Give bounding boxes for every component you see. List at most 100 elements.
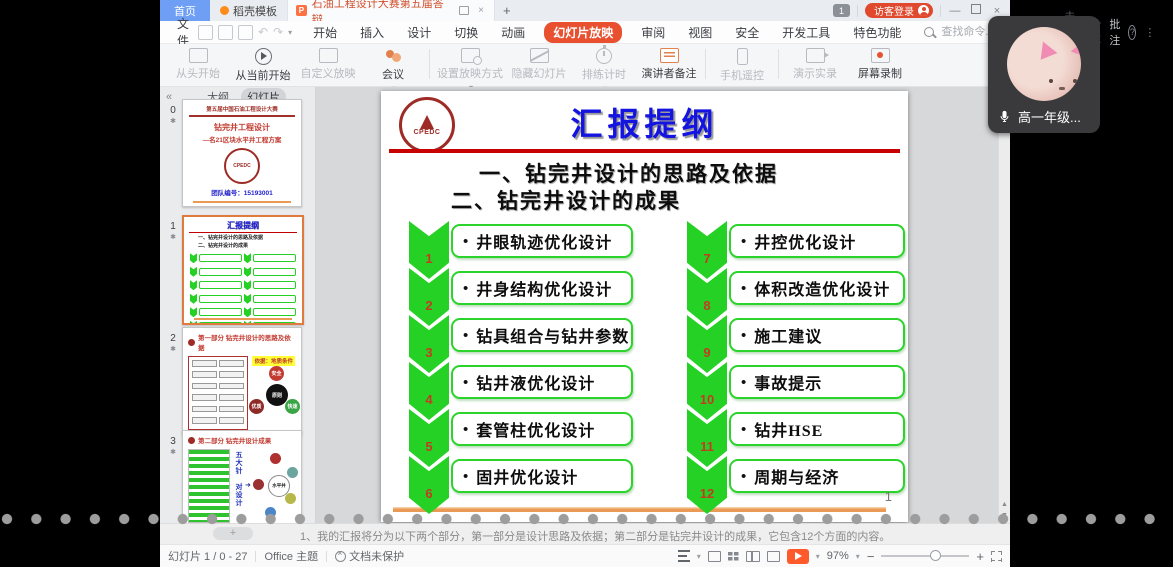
menu-tab-features[interactable]: 特色功能 <box>849 23 905 42</box>
slide-sorter-icon[interactable] <box>728 552 739 561</box>
zoom-out-button[interactable]: − <box>867 550 875 563</box>
print-preview-icon[interactable] <box>238 25 253 40</box>
theme-name[interactable]: Office 主题 <box>264 548 318 564</box>
menu-tab-start[interactable]: 开始 <box>309 23 341 42</box>
slide-item: •施工建议 <box>729 318 905 352</box>
dotted-divider <box>0 512 1173 526</box>
title-divider <box>389 149 900 153</box>
slideshow-ribbon: 从头开始 从当前开始 自定义放映 会议 设置放映方式 隐藏幻灯片 <box>160 44 1010 87</box>
slide-canvas-area: CPEDC 汇报提纲 一、钻完井设计的思路及依据 二、钻完井设计的成果 1 2 … <box>316 87 1010 523</box>
scroll-up-icon[interactable]: ▲ <box>1001 501 1008 508</box>
screen-record-icon <box>871 48 890 63</box>
vertical-scrollbar[interactable]: ▲ ▼ <box>998 87 1010 523</box>
notes-toggle-icon[interactable] <box>678 550 690 562</box>
menu-tab-devtools[interactable]: 开发工具 <box>778 23 834 42</box>
print-icon[interactable] <box>218 25 233 40</box>
reading-view-icon[interactable] <box>746 551 760 562</box>
close-tab-icon[interactable]: × <box>476 5 486 16</box>
slide-thumbnail-0[interactable]: 第五届中国石油工程设计大赛 钻完井工程设计 —名21区块水平井工程方案 CPED… <box>182 99 302 207</box>
zoom-slider-knob[interactable] <box>930 550 941 561</box>
comment-button[interactable]: 批注 <box>1109 16 1120 48</box>
slide-thumbnail-2[interactable]: 第一部分 钻完井设计的思路及依据 依据：地质条件 安全 原则 快速 优质 <box>182 327 302 435</box>
new-slide-button[interactable]: + <box>213 527 253 540</box>
document-protection[interactable]: 文档未保护 <box>335 548 404 564</box>
slide-item: •套管柱优化设计 <box>451 412 633 446</box>
status-bar: 幻灯片 1 / 0 - 27 Office 主题 文档未保护 ▾ ▾ 97% ▾… <box>160 544 1010 567</box>
zoom-level[interactable]: 97% <box>827 550 849 562</box>
phone-remote-button[interactable]: 手机遥控 <box>710 47 774 83</box>
custom-show-icon <box>319 48 338 63</box>
slide-item: •钻井HSE <box>729 412 905 446</box>
menu-tab-slideshow[interactable]: 幻灯片放映 <box>544 22 622 43</box>
handout-view-icon[interactable] <box>767 551 780 562</box>
user-count-badge: 1 <box>833 4 850 17</box>
slide-number-1: 1 <box>167 221 179 232</box>
restore-button[interactable] <box>969 4 983 17</box>
participant-name: 高一年级... <box>1018 107 1081 126</box>
ppt-file-icon: P <box>296 5 307 16</box>
speaker-notes-icon <box>660 48 679 63</box>
titlebar-right: 1 访客登录 — × <box>833 0 1010 21</box>
more-options-icon[interactable]: ⋮ <box>1144 26 1156 39</box>
menu-tab-security[interactable]: 安全 <box>731 23 763 42</box>
animation-indicator-icon: ✱ <box>167 345 179 353</box>
play-from-current-button[interactable]: 从当前开始 <box>231 47 295 83</box>
quick-access-caret-icon[interactable]: ▾ <box>288 28 292 37</box>
close-button[interactable]: × <box>990 5 1004 17</box>
slide-item: •钻具组合与钻井参数 <box>451 318 633 352</box>
camera-icon <box>806 48 825 63</box>
phone-icon <box>737 48 748 65</box>
webcam-tile[interactable]: 高一年级... <box>988 16 1100 133</box>
menu-tab-animation[interactable]: 动画 <box>497 23 529 42</box>
fit-slide-icon[interactable] <box>991 551 1002 562</box>
outline-heading-1: 一、钻完井设计的思路及依据 <box>479 158 778 188</box>
menu-tab-insert[interactable]: 插入 <box>356 23 388 42</box>
slides-panel: « 大纲 幻灯片 0 ✱ 第五届中国石油工程设计大赛 钻完井工程设计 —名21区… <box>160 87 316 523</box>
docer-icon <box>220 6 229 15</box>
save-icon[interactable] <box>198 25 213 40</box>
custom-show-button[interactable]: 自定义放映 <box>296 47 360 81</box>
outline-heading-2: 二、钻完井设计的成果 <box>451 185 681 215</box>
help-icon[interactable]: ? <box>1128 25 1136 40</box>
detach-window-icon[interactable] <box>457 6 471 15</box>
slide-thumbnail-1[interactable]: 汇报提纲 一、钻完井设计的思路及依据 二、钻完井设计的成果 <box>182 215 304 325</box>
status-bar-right: ▾ ▾ 97% ▾ − + <box>678 549 1002 564</box>
meeting-people-icon <box>384 48 403 64</box>
redo-icon[interactable]: ↷ <box>273 26 283 38</box>
protection-icon <box>335 551 346 562</box>
tab-document[interactable]: P 石油工程设计大赛第五届答辩 × <box>287 0 495 21</box>
setup-show-button[interactable]: 设置放映方式 <box>434 47 506 92</box>
arrow-icon: ➜ <box>245 481 251 489</box>
menu-tab-transition[interactable]: 切换 <box>450 23 482 42</box>
participant-avatar <box>1007 27 1081 101</box>
hide-slide-button[interactable]: 隐藏幻灯片 <box>507 47 571 81</box>
collapse-panel-icon[interactable]: « <box>166 91 172 103</box>
slide-item: •井控优化设计 <box>729 224 905 258</box>
slide-item: •周期与经济 <box>729 459 905 493</box>
play-from-beginning-button[interactable]: 从头开始 <box>166 47 230 81</box>
menu-tab-review[interactable]: 审阅 <box>637 23 669 42</box>
zoom-slider[interactable] <box>881 555 969 557</box>
speaker-notes-button[interactable]: 演讲者备注 <box>637 47 701 81</box>
tab-docer[interactable]: 稻壳模板 <box>210 0 287 21</box>
notes-text[interactable]: 1、我的汇报将分为以下两个部分，第一部分是设计思路及依据；第二部分是钻完井设计的… <box>300 528 890 544</box>
setup-show-icon <box>461 48 480 63</box>
slide-item: •事故提示 <box>729 365 905 399</box>
animation-indicator-icon: ✱ <box>167 233 179 241</box>
menu-tab-design[interactable]: 设计 <box>403 23 435 42</box>
slide-item: •井身结构优化设计 <box>451 271 633 305</box>
presentation-record-button[interactable]: 演示实录 <box>783 47 847 81</box>
menu-tab-view[interactable]: 视图 <box>684 23 716 42</box>
minimize-button[interactable]: — <box>948 5 962 17</box>
new-tab-button[interactable]: + <box>495 0 519 21</box>
slideshow-play-button[interactable] <box>787 549 809 564</box>
zoom-in-button[interactable]: + <box>976 550 984 563</box>
login-button[interactable]: 访客登录 <box>865 3 933 18</box>
normal-view-icon[interactable] <box>708 551 721 562</box>
tab-bar: 首页 稻壳模板 P 石油工程设计大赛第五届答辩 × + 1 访客登录 — <box>160 0 1010 21</box>
cat-ear-filter-icon <box>1035 38 1058 60</box>
main-slide[interactable]: CPEDC 汇报提纲 一、钻完井设计的思路及依据 二、钻完井设计的成果 1 2 … <box>381 91 908 522</box>
cpedc-logo <box>188 339 195 346</box>
undo-icon[interactable]: ↶ <box>258 26 268 38</box>
screen-record-button[interactable]: 屏幕录制 <box>848 47 912 81</box>
